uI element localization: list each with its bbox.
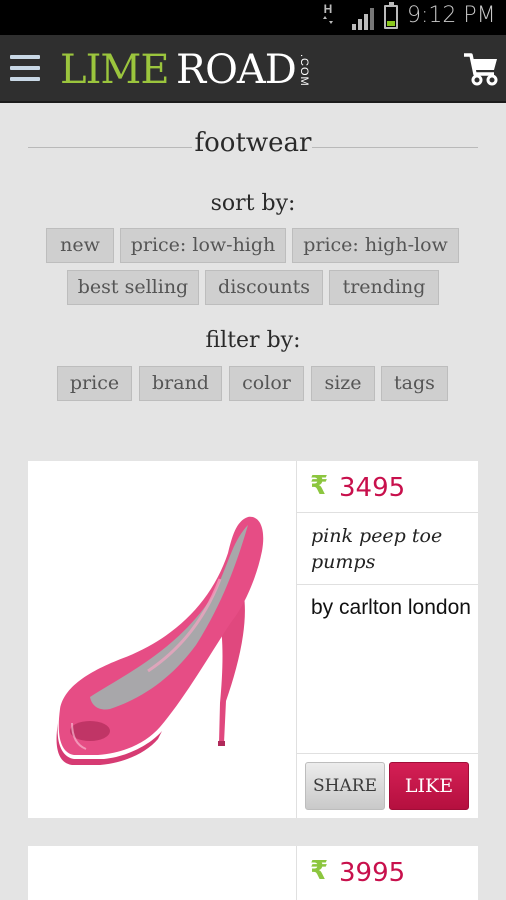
sort-discounts-button[interactable]: discounts	[205, 270, 323, 305]
app-header: LIME ROAD .COM	[0, 35, 506, 103]
filter-color-button[interactable]: color	[229, 366, 304, 401]
product-price: 3495	[339, 473, 406, 503]
battery-icon	[384, 2, 398, 29]
shopping-cart-icon[interactable]	[463, 52, 499, 86]
rupee-icon: ₹	[310, 471, 329, 501]
signal-strength-icon	[352, 8, 374, 30]
product-details: ₹ 3495 pink peep toe pumps by carlton lo…	[296, 461, 478, 818]
title-divider-right	[312, 147, 478, 148]
sort-best-selling-button[interactable]: best selling	[67, 270, 199, 305]
product-card[interactable]: ₹ 3995	[28, 846, 478, 900]
data-arrows-icon	[323, 16, 333, 24]
menu-icon[interactable]	[10, 55, 40, 83]
price-row: ₹ 3995	[297, 846, 478, 898]
filter-price-button[interactable]: price	[57, 366, 132, 401]
action-row: SHARE LIKE	[297, 753, 478, 819]
sort-price-high-low-button[interactable]: price: high-low	[292, 228, 459, 263]
product-card[interactable]: ₹ 3495 pink peep toe pumps by carlton lo…	[28, 461, 478, 818]
sort-new-button[interactable]: new	[46, 228, 114, 263]
page-title: footwear	[194, 128, 312, 158]
rupee-icon: ₹	[310, 856, 329, 886]
price-row: ₹ 3495	[297, 461, 478, 513]
network-type-indicator: H	[323, 3, 333, 26]
pink-pump-shoe-image	[56, 516, 264, 765]
product-name[interactable]: pink peep toe pumps	[311, 523, 471, 575]
product-image[interactable]	[28, 461, 296, 818]
product-image[interactable]	[28, 846, 296, 900]
filter-brand-button[interactable]: brand	[139, 366, 222, 401]
filter-label: filter by:	[205, 328, 301, 353]
share-button[interactable]: SHARE	[305, 762, 385, 810]
filter-size-button[interactable]: size	[311, 366, 375, 401]
sort-price-low-high-button[interactable]: price: low-high	[120, 228, 286, 263]
filter-tags-button[interactable]: tags	[381, 366, 448, 401]
status-bar: H 9:12 PM	[0, 0, 506, 35]
product-brand[interactable]: by carlton london	[311, 595, 471, 620]
sort-trending-button[interactable]: trending	[329, 270, 439, 305]
clock: 9:12 PM	[407, 3, 496, 28]
category-heading: footwear	[28, 128, 478, 164]
name-row: pink peep toe pumps	[297, 513, 478, 585]
product-price: 3995	[339, 858, 406, 888]
product-details: ₹ 3995	[296, 846, 478, 900]
sort-label: sort by:	[210, 191, 296, 216]
like-button[interactable]: LIKE	[389, 762, 469, 810]
